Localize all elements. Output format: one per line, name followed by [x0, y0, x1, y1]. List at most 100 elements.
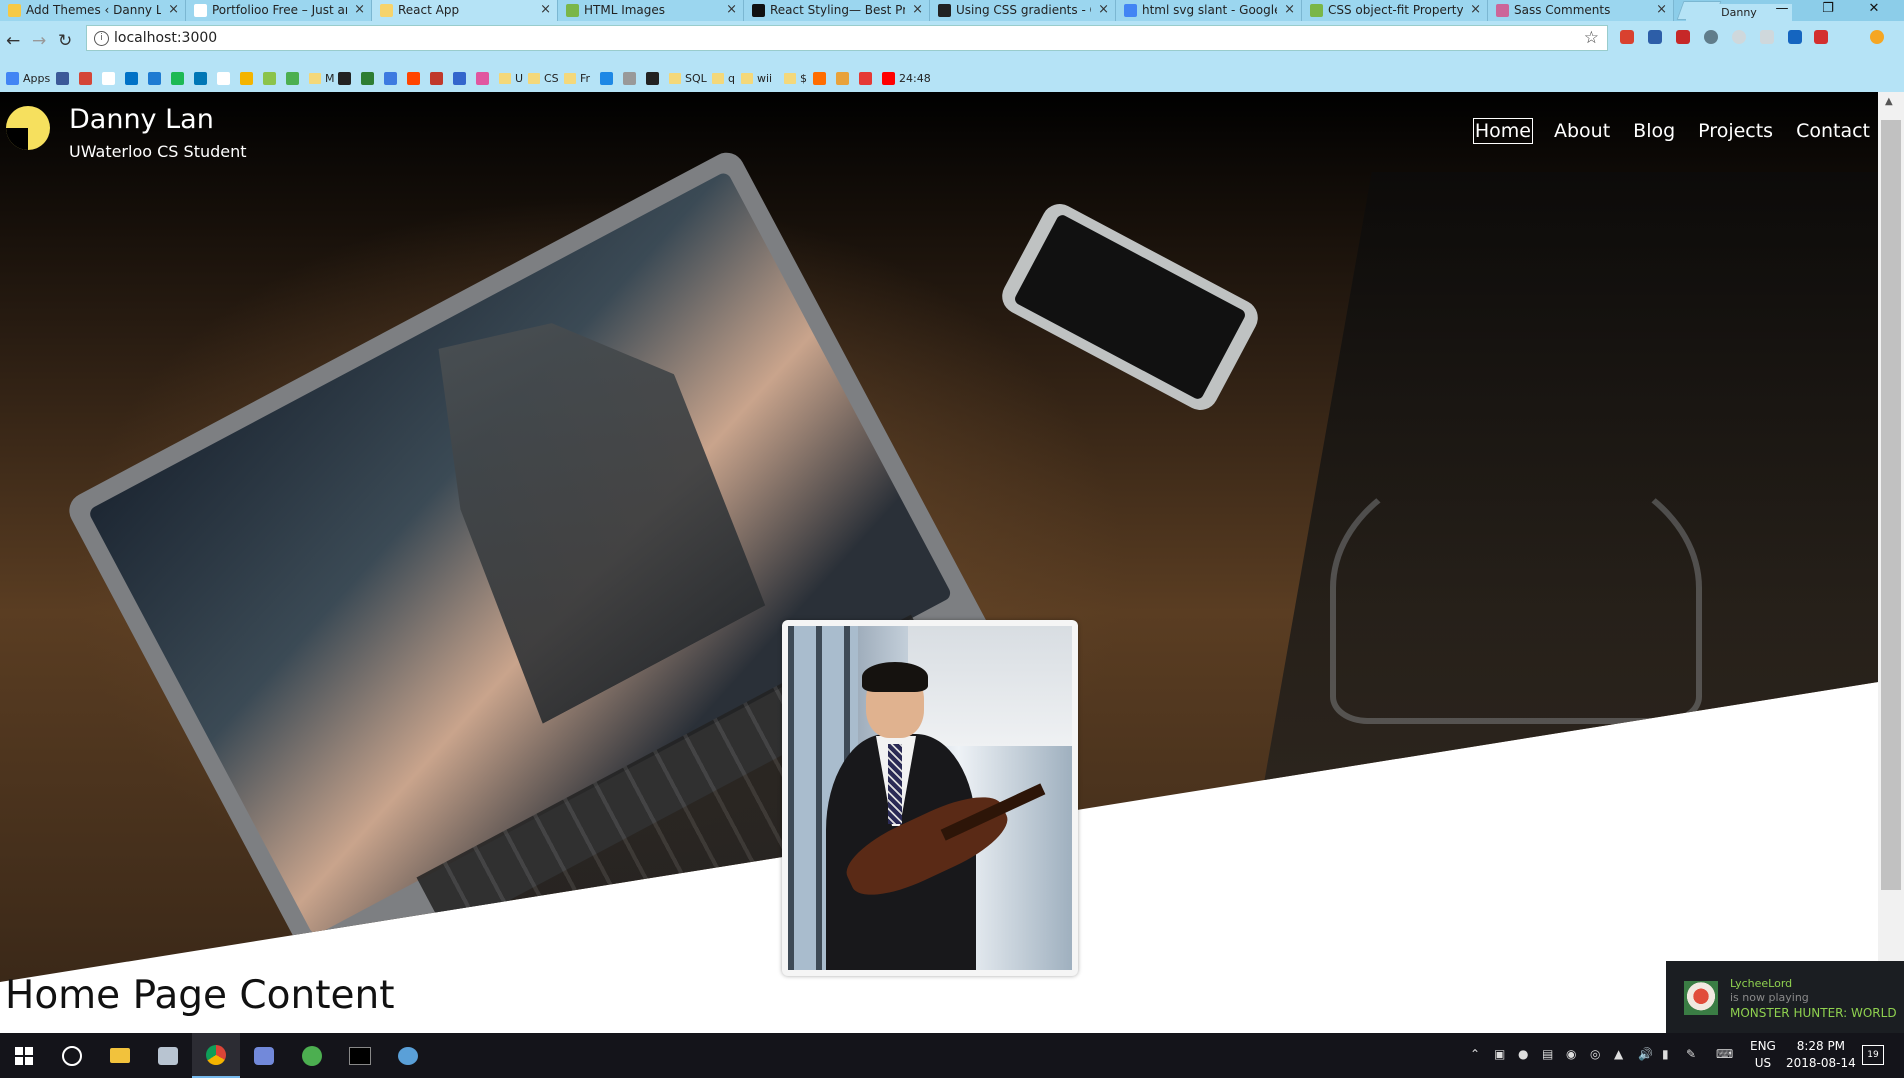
bookmark-item[interactable]: U	[499, 70, 523, 86]
steam-notification[interactable]: LycheeLord is now playing MONSTER HUNTER…	[1666, 961, 1904, 1033]
bookmark-item[interactable]: q	[712, 70, 735, 86]
bookmark-item[interactable]	[148, 70, 161, 86]
bookmark-item[interactable]	[79, 70, 92, 86]
extension-icon[interactable]	[1620, 30, 1634, 44]
bookmark-item[interactable]	[859, 70, 872, 86]
bookmark-item[interactable]	[263, 70, 276, 86]
site-logo[interactable]	[6, 106, 50, 150]
extension-icon[interactable]	[1704, 30, 1718, 44]
bookmark-star-icon[interactable]: ☆	[1584, 28, 1599, 48]
discord-tray-icon[interactable]: ◉	[1566, 1047, 1576, 1061]
bookmark-item[interactable]: 24:48	[882, 70, 931, 86]
restore-button[interactable]: ❐	[1806, 0, 1850, 21]
extension-icon[interactable]	[1676, 30, 1690, 44]
steam-tray-icon[interactable]: ●	[1518, 1047, 1528, 1061]
nav-link-about[interactable]: About	[1552, 118, 1612, 144]
bookmark-item[interactable]	[836, 70, 849, 86]
tab-close-icon[interactable]: ×	[1656, 0, 1667, 20]
page-scrollbar[interactable]: ▲	[1878, 92, 1904, 1033]
bookmark-item[interactable]	[286, 70, 299, 86]
nav-link-contact[interactable]: Contact	[1794, 118, 1872, 144]
bookmark-item[interactable]	[240, 70, 253, 86]
bookmark-item[interactable]: wii	[741, 70, 772, 86]
system-clock[interactable]: 8:28 PM 2018-08-14	[1786, 1038, 1856, 1072]
bookmark-item[interactable]	[384, 70, 397, 86]
back-icon[interactable]: ←	[6, 31, 20, 51]
battery-icon[interactable]: ▮	[1662, 1047, 1669, 1061]
browser-tab[interactable]: Sass Comments ×	[1488, 0, 1674, 21]
extension-icon[interactable]	[1814, 30, 1828, 44]
bookmark-item[interactable]: $	[784, 70, 807, 86]
steam-taskbar-button[interactable]	[144, 1033, 192, 1078]
bookmark-item[interactable]	[217, 70, 230, 86]
browser-tab[interactable]: Using CSS gradients - C ×	[930, 0, 1116, 21]
discord-taskbar-button[interactable]	[240, 1033, 288, 1078]
nav-link-projects[interactable]: Projects	[1696, 118, 1775, 144]
bookmark-item[interactable]: SQL	[669, 70, 707, 86]
tab-close-icon[interactable]: ×	[354, 0, 365, 20]
ime-icon[interactable]: ▤	[1542, 1047, 1553, 1061]
address-bar[interactable]: i localhost:3000 ☆	[86, 25, 1608, 51]
extension-icon[interactable]	[1760, 30, 1774, 44]
chrome-tray-icon[interactable]: ◎	[1590, 1047, 1600, 1061]
tab-close-icon[interactable]: ×	[1098, 0, 1109, 20]
scrollbar-thumb[interactable]	[1881, 120, 1901, 890]
tab-close-icon[interactable]: ×	[540, 0, 551, 20]
bookmark-item[interactable]	[338, 70, 351, 86]
atom-taskbar-button[interactable]	[288, 1033, 336, 1078]
browser-tab[interactable]: Add Themes ‹ Danny La ×	[0, 0, 186, 21]
browser-tab[interactable]: Portfolioo Free – Just ar ×	[186, 0, 372, 21]
nav-link-blog[interactable]: Blog	[1631, 118, 1677, 144]
chrome-taskbar-button[interactable]	[192, 1033, 240, 1078]
bookmark-item[interactable]	[646, 70, 659, 86]
bookmark-item[interactable]	[600, 70, 613, 86]
paint-taskbar-button[interactable]	[384, 1033, 432, 1078]
browser-tab[interactable]: HTML Images ×	[558, 0, 744, 21]
extension-icon[interactable]	[1788, 30, 1802, 44]
bookmark-item[interactable]: Fr	[564, 70, 590, 86]
volume-icon[interactable]: 🔊	[1638, 1047, 1653, 1061]
site-title[interactable]: Danny Lan	[69, 104, 214, 135]
keyboard-icon[interactable]: ⌨	[1716, 1047, 1733, 1061]
bookmark-item[interactable]	[361, 70, 374, 86]
tray-expand-icon[interactable]: ⌃	[1470, 1047, 1480, 1061]
bookmark-item[interactable]	[813, 70, 826, 86]
tab-close-icon[interactable]: ×	[726, 0, 737, 20]
bookmark-item[interactable]: Apps	[6, 70, 50, 86]
file-explorer-button[interactable]	[96, 1033, 144, 1078]
start-button[interactable]	[0, 1033, 48, 1078]
extension-icon[interactable]	[1870, 30, 1884, 44]
info-icon[interactable]: i	[94, 31, 109, 46]
forward-icon[interactable]: →	[32, 31, 46, 51]
bookmark-item[interactable]	[56, 70, 69, 86]
extension-icon[interactable]	[1648, 30, 1662, 44]
bookmark-item[interactable]	[171, 70, 184, 86]
bookmark-item[interactable]	[125, 70, 138, 86]
bookmark-item[interactable]	[453, 70, 466, 86]
minimize-button[interactable]: —	[1760, 0, 1804, 21]
tab-close-icon[interactable]: ×	[1284, 0, 1295, 20]
language-indicator[interactable]: ENG US	[1750, 1038, 1776, 1072]
tab-close-icon[interactable]: ×	[1470, 0, 1481, 20]
bookmark-item[interactable]	[102, 70, 115, 86]
extension-icon[interactable]	[1732, 30, 1746, 44]
bookmark-item[interactable]	[407, 70, 420, 86]
scroll-up-icon[interactable]: ▲	[1885, 96, 1893, 107]
reload-icon[interactable]: ↻	[58, 31, 72, 51]
bookmark-item[interactable]	[623, 70, 636, 86]
terminal-taskbar-button[interactable]	[336, 1033, 384, 1078]
wifi-icon[interactable]: ▲	[1614, 1047, 1623, 1061]
tab-close-icon[interactable]: ×	[912, 0, 923, 20]
bookmark-item[interactable]: M	[309, 70, 335, 86]
bookmark-item[interactable]: CS	[528, 70, 559, 86]
network-device-icon[interactable]: ▣	[1494, 1047, 1505, 1061]
bookmark-item[interactable]	[430, 70, 443, 86]
pen-icon[interactable]: ✎	[1686, 1047, 1696, 1061]
browser-tab[interactable]: React App ×	[372, 0, 558, 21]
bookmark-item[interactable]	[194, 70, 207, 86]
url-text[interactable]: localhost:3000	[114, 30, 217, 46]
browser-tab[interactable]: React Styling— Best Pra ×	[744, 0, 930, 21]
tab-close-icon[interactable]: ×	[168, 0, 179, 20]
browser-tab[interactable]: html svg slant - Google ×	[1116, 0, 1302, 21]
browser-tab[interactable]: CSS object-fit Property ×	[1302, 0, 1488, 21]
